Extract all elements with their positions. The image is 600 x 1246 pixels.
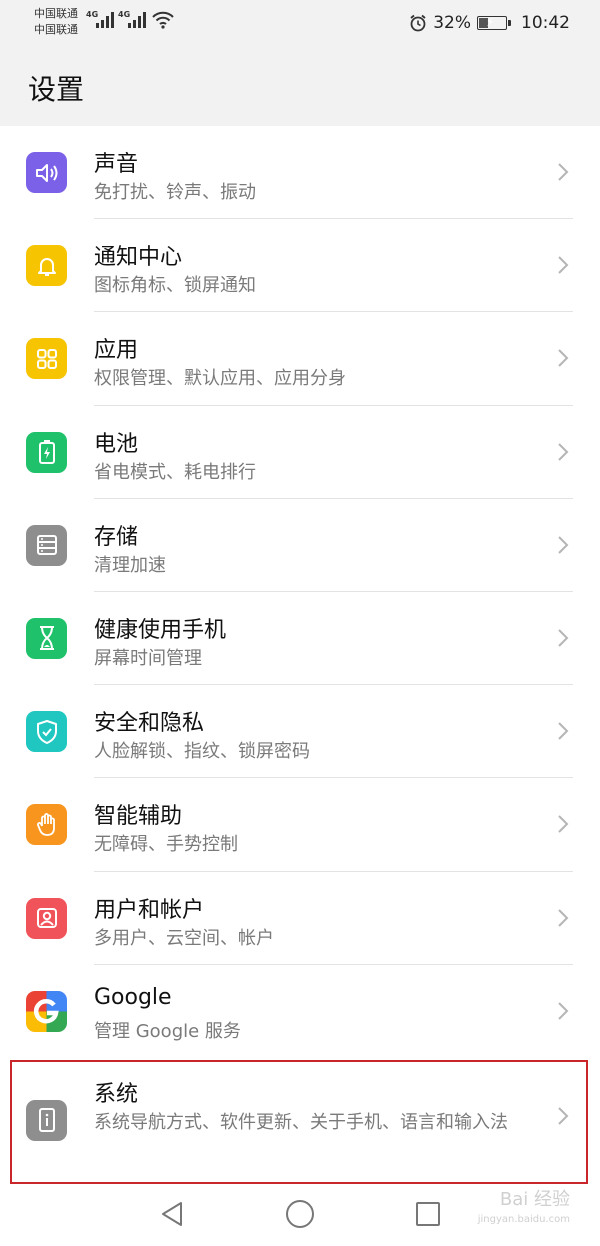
settings-item-storage[interactable]: 存储 清理加速 [0, 499, 600, 592]
google-icon [26, 990, 67, 1032]
watermark-url: jingyan.baidu.com [477, 1214, 570, 1225]
back-triangle-icon[interactable] [156, 1198, 188, 1230]
chevron-right-icon [558, 163, 569, 181]
chevron-right-icon [558, 442, 569, 461]
settings-list: 声音 免打扰、铃声、振动 通知中心 图标角标、锁屏通知 应用 权限管理、默认应用… [0, 126, 600, 1174]
alarm-clock-icon [410, 14, 426, 32]
settings-item-smart-assistance[interactable]: 智能辅助 无障碍、手势控制 [0, 778, 600, 872]
item-title: 应用 [94, 338, 139, 364]
hand-icon [26, 804, 67, 846]
user-icon [26, 897, 67, 939]
item-title: 电池 [94, 431, 139, 457]
item-subtitle: 人脸解锁、指纹、锁屏密码 [94, 741, 310, 763]
shield-icon [26, 711, 67, 753]
item-title: 声音 [94, 152, 139, 177]
apps-grid-icon [26, 338, 67, 380]
home-circle-icon[interactable] [284, 1198, 316, 1230]
chevron-right-icon [558, 722, 569, 740]
chevron-right-icon [558, 1001, 569, 1020]
hourglass-icon [26, 617, 67, 659]
carrier-1-label: 中国联通 [34, 7, 78, 20]
settings-item-users-accounts[interactable]: 用户和帐户 多用户、云空间、帐户 [0, 872, 600, 965]
chevron-right-icon [558, 536, 569, 554]
item-title: 存储 [94, 524, 139, 550]
settings-item-digital-balance[interactable]: 健康使用手机 屏幕时间管理 [0, 592, 600, 686]
storage-icon [26, 524, 67, 566]
bell-icon [26, 245, 67, 287]
chevron-right-icon [558, 256, 569, 274]
watermark: Bai 经验 jingyan.baidu.com [478, 1190, 570, 1230]
battery-icon [26, 431, 67, 473]
status-bar: 中国联通 中国联通 4G 4G 32% ⚡ 10:42 [0, 0, 600, 48]
item-subtitle: 多用户、云空间、帐户 [94, 927, 274, 949]
status-right: 32% ⚡ 10:42 [409, 10, 570, 36]
settings-item-google[interactable]: Google 管理 Google 服务 [0, 965, 600, 1058]
title-bar: 设置 [0, 48, 600, 126]
item-title: Google [94, 984, 172, 1010]
item-title: 智能辅助 [94, 804, 183, 830]
item-subtitle: 清理加速 [94, 554, 166, 576]
settings-item-sound[interactable]: 声音 免打扰、铃声、振动 [0, 126, 600, 220]
item-subtitle: 无障碍、手势控制 [94, 834, 238, 856]
wifi-icon [152, 11, 174, 29]
chevron-right-icon [558, 629, 569, 647]
item-title: 用户和帐户 [94, 897, 205, 923]
carrier-labels: 中国联通 中国联通 [34, 6, 78, 38]
watermark-text: Bai 经验 [499, 1189, 570, 1210]
chevron-right-icon [558, 908, 569, 927]
speaker-icon [26, 152, 67, 193]
item-subtitle: 屏幕时间管理 [94, 647, 202, 669]
item-title: 通知中心 [94, 245, 183, 271]
item-title: 安全和隐私 [94, 711, 205, 737]
settings-item-apps[interactable]: 应用 权限管理、默认应用、应用分身 [0, 312, 600, 406]
item-subtitle: 管理 Google 服务 [94, 1020, 241, 1042]
battery-percent: 32% [433, 13, 471, 33]
item-title: 健康使用手机 [94, 617, 227, 643]
settings-item-security[interactable]: 安全和隐私 人脸解锁、指纹、锁屏密码 [0, 685, 600, 779]
battery-icon: ⚡ [477, 15, 511, 30]
settings-item-notifications[interactable]: 通知中心 图标角标、锁屏通知 [0, 219, 600, 313]
item-subtitle: 免打扰、铃声、振动 [94, 182, 256, 203]
recents-square-icon[interactable] [412, 1198, 444, 1230]
item-subtitle: 省电模式、耗电排行 [94, 461, 256, 483]
item-subtitle: 权限管理、默认应用、应用分身 [94, 368, 346, 390]
item-subtitle: 图标角标、锁屏通知 [94, 275, 256, 297]
page-title: 设置 [28, 73, 85, 106]
chevron-right-icon [558, 815, 569, 834]
chevron-right-icon [558, 349, 569, 368]
clock-time: 10:42 [521, 13, 570, 33]
settings-item-battery[interactable]: 电池 省电模式、耗电排行 [0, 406, 600, 499]
carrier-2-label: 中国联通 [34, 23, 78, 36]
highlight-box [10, 1060, 588, 1184]
